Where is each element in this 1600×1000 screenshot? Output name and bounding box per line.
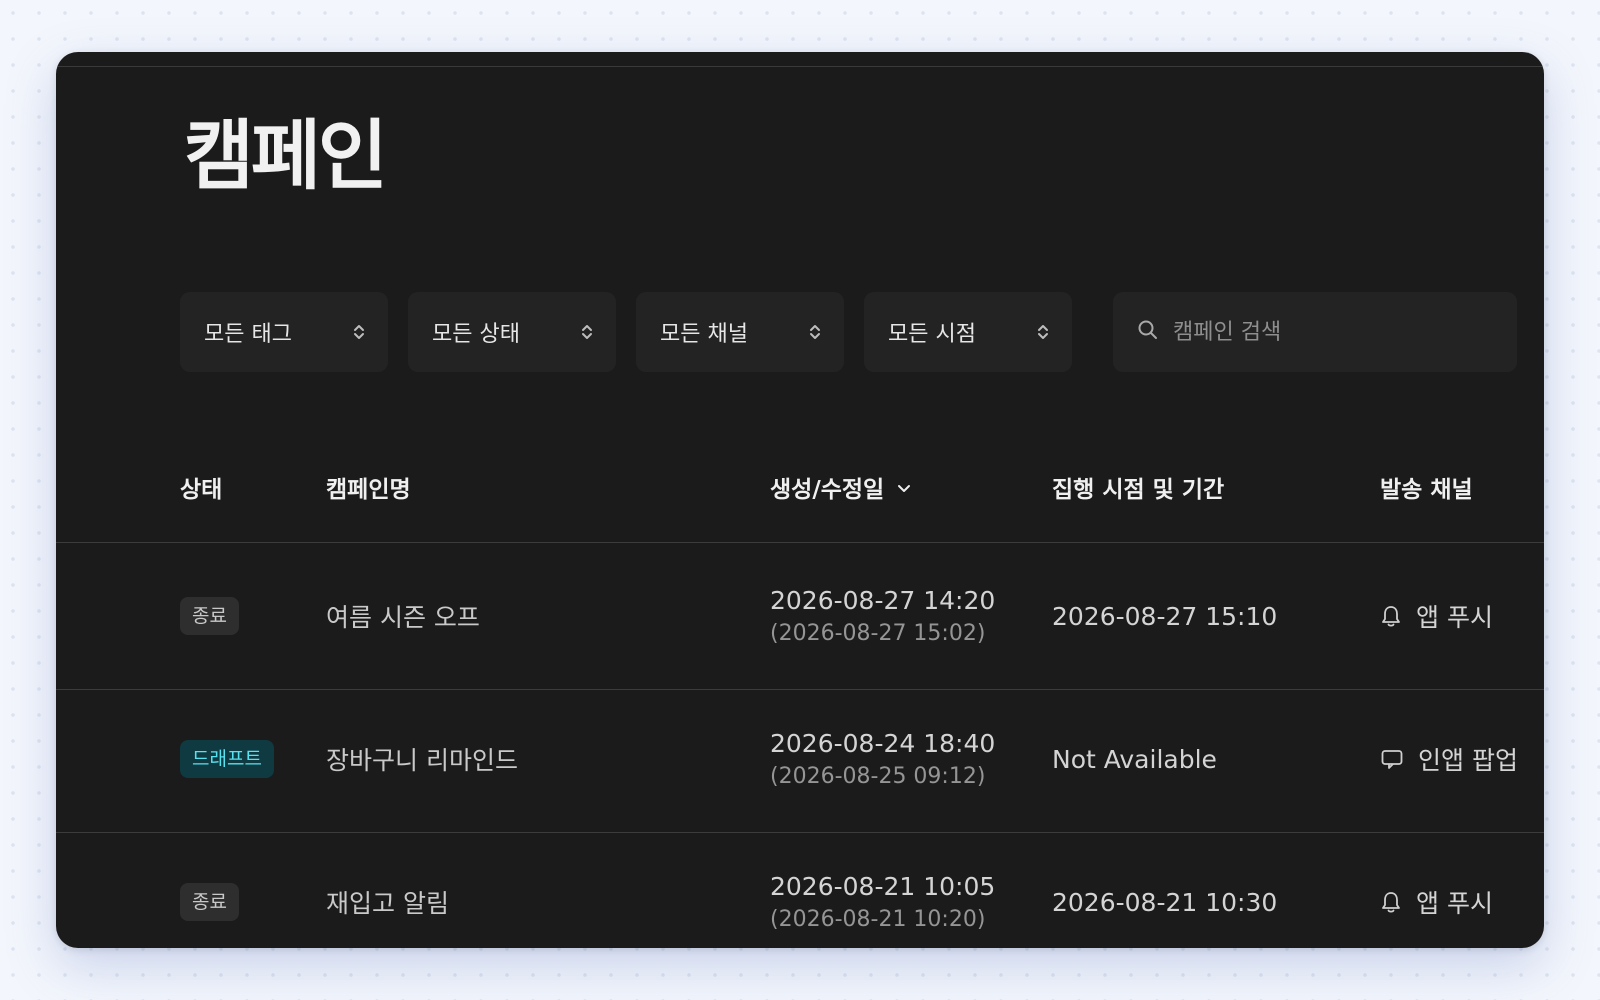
created-date: 2026-08-24 18:40 <box>770 729 996 758</box>
column-header-name: 캠페인명 <box>326 470 411 504</box>
channel-label: 인앱 팝업 <box>1418 746 1518 775</box>
campaign-panel: 캠페인 모든 태그 모든 상태 모든 채널 모든 시점 상태 캠페인명 <box>56 52 1544 948</box>
column-header-channel: 발송 채널 <box>1380 470 1473 504</box>
column-header-date[interactable]: 생성/수정일 <box>770 470 912 504</box>
channel-cell: 인앱 팝업 <box>1380 686 1518 832</box>
timing-filter-label: 모든 시점 <box>888 322 976 347</box>
status-cell: 종료 <box>180 543 239 689</box>
status-filter-label: 모든 상태 <box>432 322 520 347</box>
channel-cell: 앱 푸시 <box>1380 543 1493 689</box>
status-badge: 종료 <box>180 882 239 922</box>
column-header-label: 발송 채널 <box>1380 477 1473 503</box>
status-filter-select[interactable]: 모든 상태 <box>408 292 616 372</box>
modified-date: (2026-08-21 10:20) <box>770 907 986 932</box>
search-icon <box>1137 319 1159 345</box>
table-row[interactable]: 드래프트 장바구니 리마인드 2026-08-24 18:40 (2026-08… <box>56 686 1544 833</box>
date-cell: 2026-08-21 10:05 (2026-08-21 10:20) <box>770 829 995 948</box>
sort-icon <box>808 322 822 342</box>
sort-icon <box>580 322 594 342</box>
column-header-label: 생성/수정일 <box>770 477 885 503</box>
campaign-name[interactable]: 장바구니 리마인드 <box>326 686 518 832</box>
tag-filter-label: 모든 태그 <box>204 322 292 347</box>
timing-filter-select[interactable]: 모든 시점 <box>864 292 1072 372</box>
status-cell: 종료 <box>180 829 239 948</box>
campaign-name[interactable]: 여름 시즌 오프 <box>326 543 480 689</box>
sort-icon <box>352 322 366 342</box>
campaign-name[interactable]: 재입고 알림 <box>326 829 449 948</box>
execution-time: 2026-08-21 10:30 <box>1052 887 1278 917</box>
table-row[interactable]: 종료 재입고 알림 2026-08-21 10:05 (2026-08-21 1… <box>56 829 1544 948</box>
created-date: 2026-08-27 14:20 <box>770 586 996 615</box>
created-date: 2026-08-21 10:05 <box>770 872 996 901</box>
modified-date: (2026-08-27 15:02) <box>770 621 986 646</box>
page-title: 캠페인 <box>184 111 388 200</box>
column-header-label: 캠페인명 <box>326 477 411 503</box>
date-cell: 2026-08-27 14:20 (2026-08-27 15:02) <box>770 543 995 689</box>
column-header-execution: 집행 시점 및 기간 <box>1052 470 1224 504</box>
chevron-down-icon <box>896 474 912 500</box>
sort-icon <box>1036 322 1050 342</box>
message-icon <box>1380 748 1404 770</box>
column-header-label: 상태 <box>180 477 223 503</box>
channel-label: 앱 푸시 <box>1416 889 1493 918</box>
status-badge: 종료 <box>180 596 239 636</box>
status-badge: 드래프트 <box>180 739 274 779</box>
search-input[interactable] <box>1173 319 1493 345</box>
date-cell: 2026-08-24 18:40 (2026-08-25 09:12) <box>770 686 995 832</box>
channel-filter-label: 모든 채널 <box>660 322 748 347</box>
modified-date: (2026-08-25 09:12) <box>770 764 986 789</box>
channel-filter-select[interactable]: 모든 채널 <box>636 292 844 372</box>
status-cell: 드래프트 <box>180 686 274 832</box>
execution-time: 2026-08-27 15:10 <box>1052 601 1278 631</box>
tag-filter-select[interactable]: 모든 태그 <box>180 292 388 372</box>
column-header-status: 상태 <box>180 470 222 504</box>
bell-icon <box>1380 604 1402 628</box>
divider <box>56 66 1544 67</box>
execution-time: Not Available <box>1052 744 1217 774</box>
channel-cell: 앱 푸시 <box>1380 829 1493 948</box>
column-header-label: 집행 시점 및 기간 <box>1052 477 1225 503</box>
campaign-search-box[interactable] <box>1113 292 1517 372</box>
table-row[interactable]: 종료 여름 시즌 오프 2026-08-27 14:20 (2026-08-27… <box>56 543 1544 690</box>
bell-icon <box>1380 890 1402 914</box>
channel-label: 앱 푸시 <box>1416 603 1493 632</box>
